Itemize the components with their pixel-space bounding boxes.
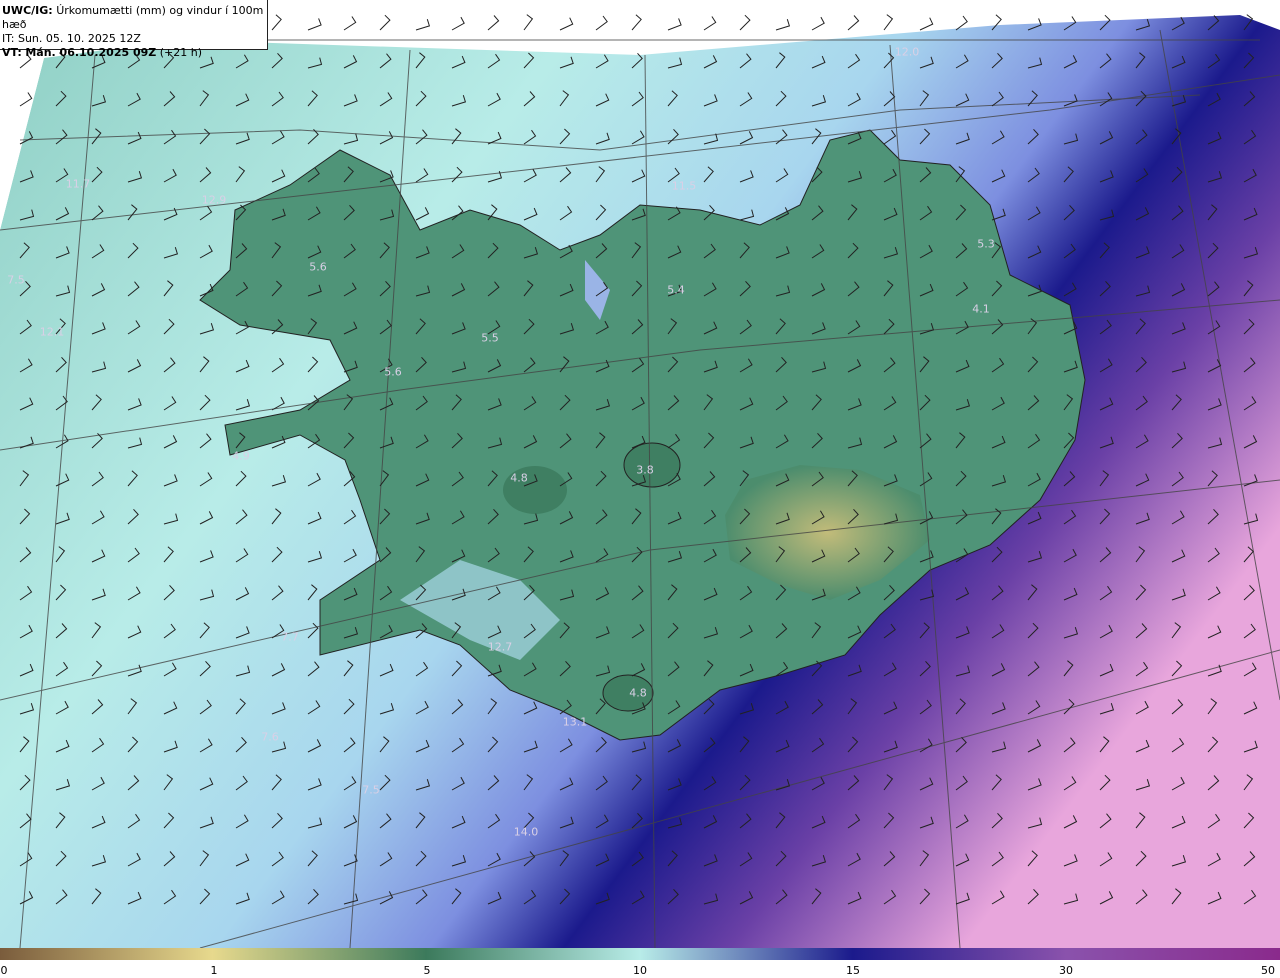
- wind-barb: [919, 17, 934, 31]
- map-header: UWC/IG: Úrkomumætti (mm) og vindur í 100…: [0, 0, 268, 59]
- precip-value-label: 5.5: [481, 331, 499, 345]
- title-line: UWC/IG: Úrkomumætti (mm) og vindur í 100…: [2, 4, 267, 32]
- precip-value-label: 4.8: [510, 471, 528, 485]
- precip-value-label: 5.6: [309, 260, 327, 274]
- wind-barb: [667, 18, 682, 31]
- valid-prefix: VT:: [2, 46, 22, 59]
- precip-value-label: 4.8: [629, 686, 647, 700]
- precip-value-label: 7.5: [7, 273, 25, 287]
- colorbar-tick-1: 1: [210, 964, 218, 977]
- precip-value-label: 12.0: [894, 45, 920, 59]
- precip-value-label: 12.9: [201, 193, 227, 207]
- issue-time: IT: Sun. 05. 10. 2025 12Z: [2, 32, 141, 45]
- colorbar-legend: 0 1 5 10 15 30 50: [0, 948, 1280, 978]
- wind-barb: [847, 15, 860, 31]
- colorbar-tick-50: 50: [1261, 964, 1275, 977]
- wind-barb: [703, 16, 717, 31]
- colorbar-strip: [0, 948, 1280, 960]
- colorbar-tick-10: 10: [633, 964, 647, 977]
- precip-value-label: 12.7: [487, 640, 513, 654]
- colorbar-tick-30: 30: [1059, 964, 1073, 977]
- wind-barb: [595, 15, 608, 31]
- precip-value-label: 5.6: [384, 365, 402, 379]
- precip-value-label: 12.1: [39, 325, 65, 339]
- colorbar-tick-5: 5: [423, 964, 431, 977]
- precip-value-label: 4.1: [972, 302, 990, 316]
- wind-barb: [739, 14, 751, 31]
- wind-barb: [775, 19, 791, 31]
- precip-value-label: 4.9: [232, 449, 250, 463]
- colorbar-tick-0: 0: [0, 964, 8, 977]
- wind-barb: [559, 17, 574, 31]
- precip-value-label: 5.3: [977, 237, 995, 251]
- wind-barb: [415, 19, 431, 31]
- wind-barb: [307, 18, 322, 31]
- precip-value-label: 7.6: [261, 730, 279, 744]
- wind-barb: [379, 14, 391, 31]
- wind-barb: [631, 14, 642, 31]
- wind-barb: [343, 16, 357, 31]
- precip-value-label: 11.7: [65, 177, 91, 191]
- precip-value-label: 14.0: [513, 825, 539, 839]
- valid-time: Mán. 06.10.2025 09Z: [25, 46, 157, 59]
- valid-line: VT: Mán. 06.10.2025 09Z (+21 h): [2, 46, 267, 60]
- wind-barb: [271, 14, 282, 31]
- weather-map: 12.0 11.7 12.9 5.6 7.5 12.1 5.6 5.5 5.4 4.1 4.9 4.8…: [0, 0, 1280, 948]
- precip-value-label: 13.1: [562, 715, 588, 729]
- model-tag: UWC/IG:: [2, 4, 53, 17]
- precip-value-label: 3.8: [636, 463, 654, 477]
- wind-barb: [451, 16, 465, 31]
- precip-value-label: 7.7: [281, 630, 299, 644]
- precip-value-label: 11.5: [671, 179, 697, 193]
- wind-barb: [811, 16, 825, 31]
- wind-barb: [523, 14, 534, 31]
- precip-value-label: 7.5: [362, 783, 380, 797]
- wind-barb: [883, 14, 894, 31]
- wind-barb: [487, 15, 500, 31]
- colorbar-tick-15: 15: [846, 964, 860, 977]
- precip-value-label: 5.4: [667, 283, 685, 297]
- lead-time: (+21 h): [159, 46, 203, 59]
